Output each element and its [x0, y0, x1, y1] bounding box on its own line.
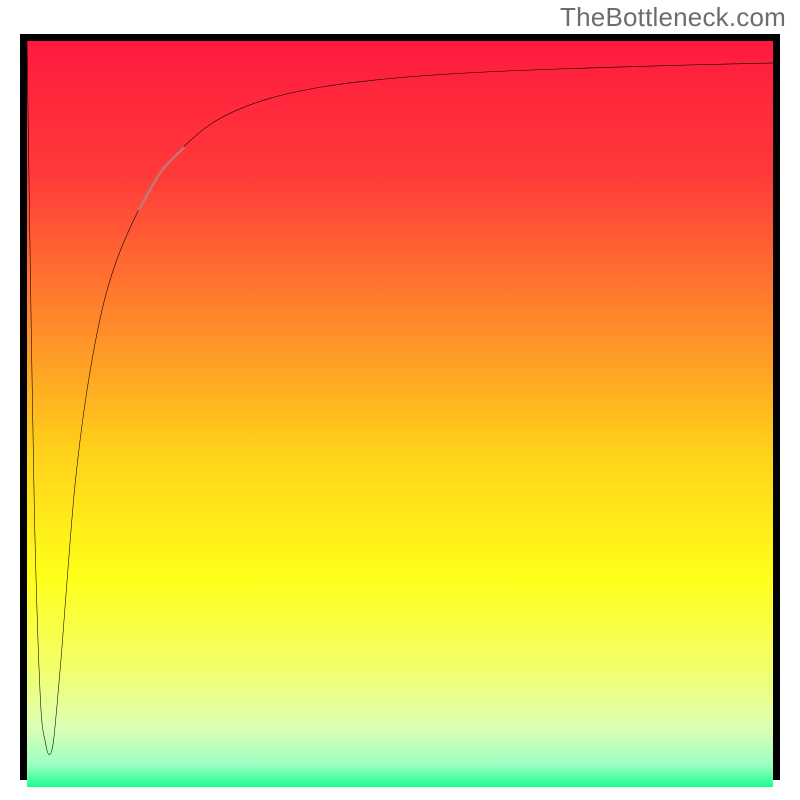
attribution-label: TheBottleneck.com [560, 2, 786, 33]
bottleneck-curve [27, 41, 773, 773]
chart-frame: TheBottleneck.com [0, 0, 800, 800]
plot-area [20, 34, 780, 780]
